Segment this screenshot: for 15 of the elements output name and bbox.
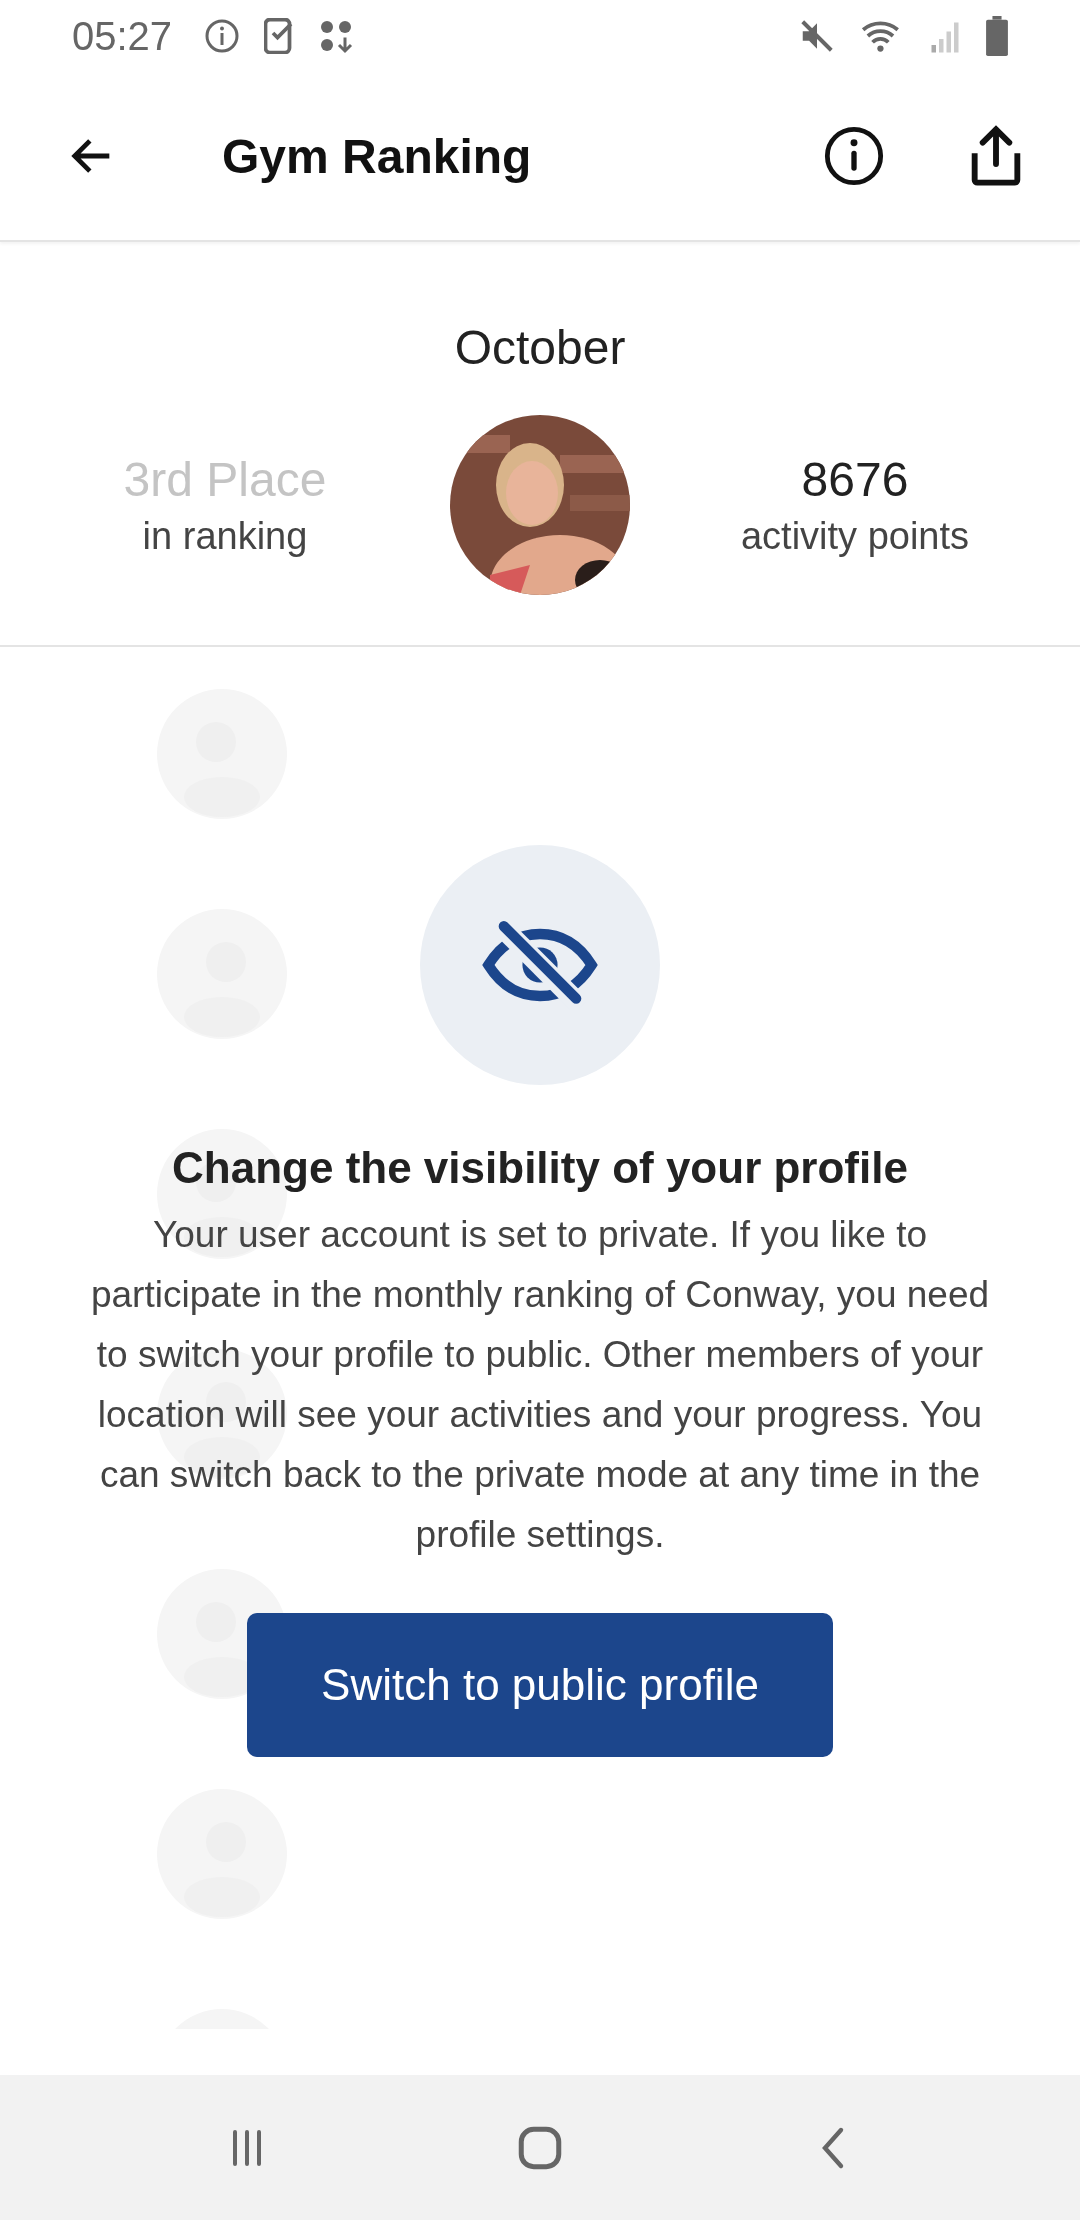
public-profile-button[interactable]: Switch to public profile xyxy=(247,1613,833,1757)
download-icon xyxy=(318,18,355,54)
page-title: Gym Ranking xyxy=(222,128,533,184)
month-title: October xyxy=(453,320,627,375)
phone-check-icon xyxy=(264,18,295,54)
battery-icon xyxy=(986,16,1008,56)
points-label: activity points xyxy=(740,515,970,558)
place-value: 3rd Place xyxy=(123,452,327,507)
status-time: 05:27 xyxy=(72,13,173,59)
info-icon[interactable] xyxy=(822,124,886,188)
points-value: 8676 xyxy=(801,452,909,507)
dialog-message: Your user account is set to private. If you like to participate in the monthly ranking of Conway, you need to switch your profile to public. Other members of your location will see your activities and your progress. You can switch back to the private mode at any time in the profile settings. xyxy=(90,1213,990,1557)
place-label: in ranking xyxy=(142,515,308,558)
info-icon xyxy=(204,18,241,54)
dialog-title: Change the visibility of your profile xyxy=(172,1143,908,1193)
